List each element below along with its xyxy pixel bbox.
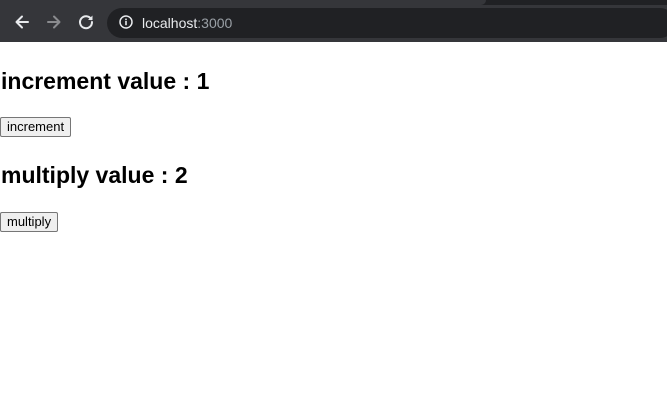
back-button[interactable] xyxy=(12,12,32,32)
active-tab[interactable] xyxy=(0,0,486,5)
browser-toolbar: localhost:3000 xyxy=(0,0,667,42)
reload-icon xyxy=(79,15,94,30)
page-content: increment value : 1 increment multiply v… xyxy=(0,42,667,403)
info-icon[interactable] xyxy=(119,15,133,29)
url-text: localhost:3000 xyxy=(142,14,232,32)
url-host: localhost xyxy=(142,15,198,31)
multiply-value-heading: multiply value : 2 xyxy=(1,162,188,188)
arrow-right-icon xyxy=(47,15,61,29)
multiply-button[interactable]: multiply xyxy=(0,212,59,232)
reload-button[interactable] xyxy=(76,12,96,32)
forward-button[interactable] xyxy=(44,12,64,32)
arrow-left-icon xyxy=(15,15,29,29)
url-port: :3000 xyxy=(197,15,233,31)
address-bar[interactable]: localhost:3000 xyxy=(107,8,667,38)
increment-button[interactable]: increment xyxy=(0,117,72,137)
increment-value-heading: increment value : 1 xyxy=(1,68,210,94)
